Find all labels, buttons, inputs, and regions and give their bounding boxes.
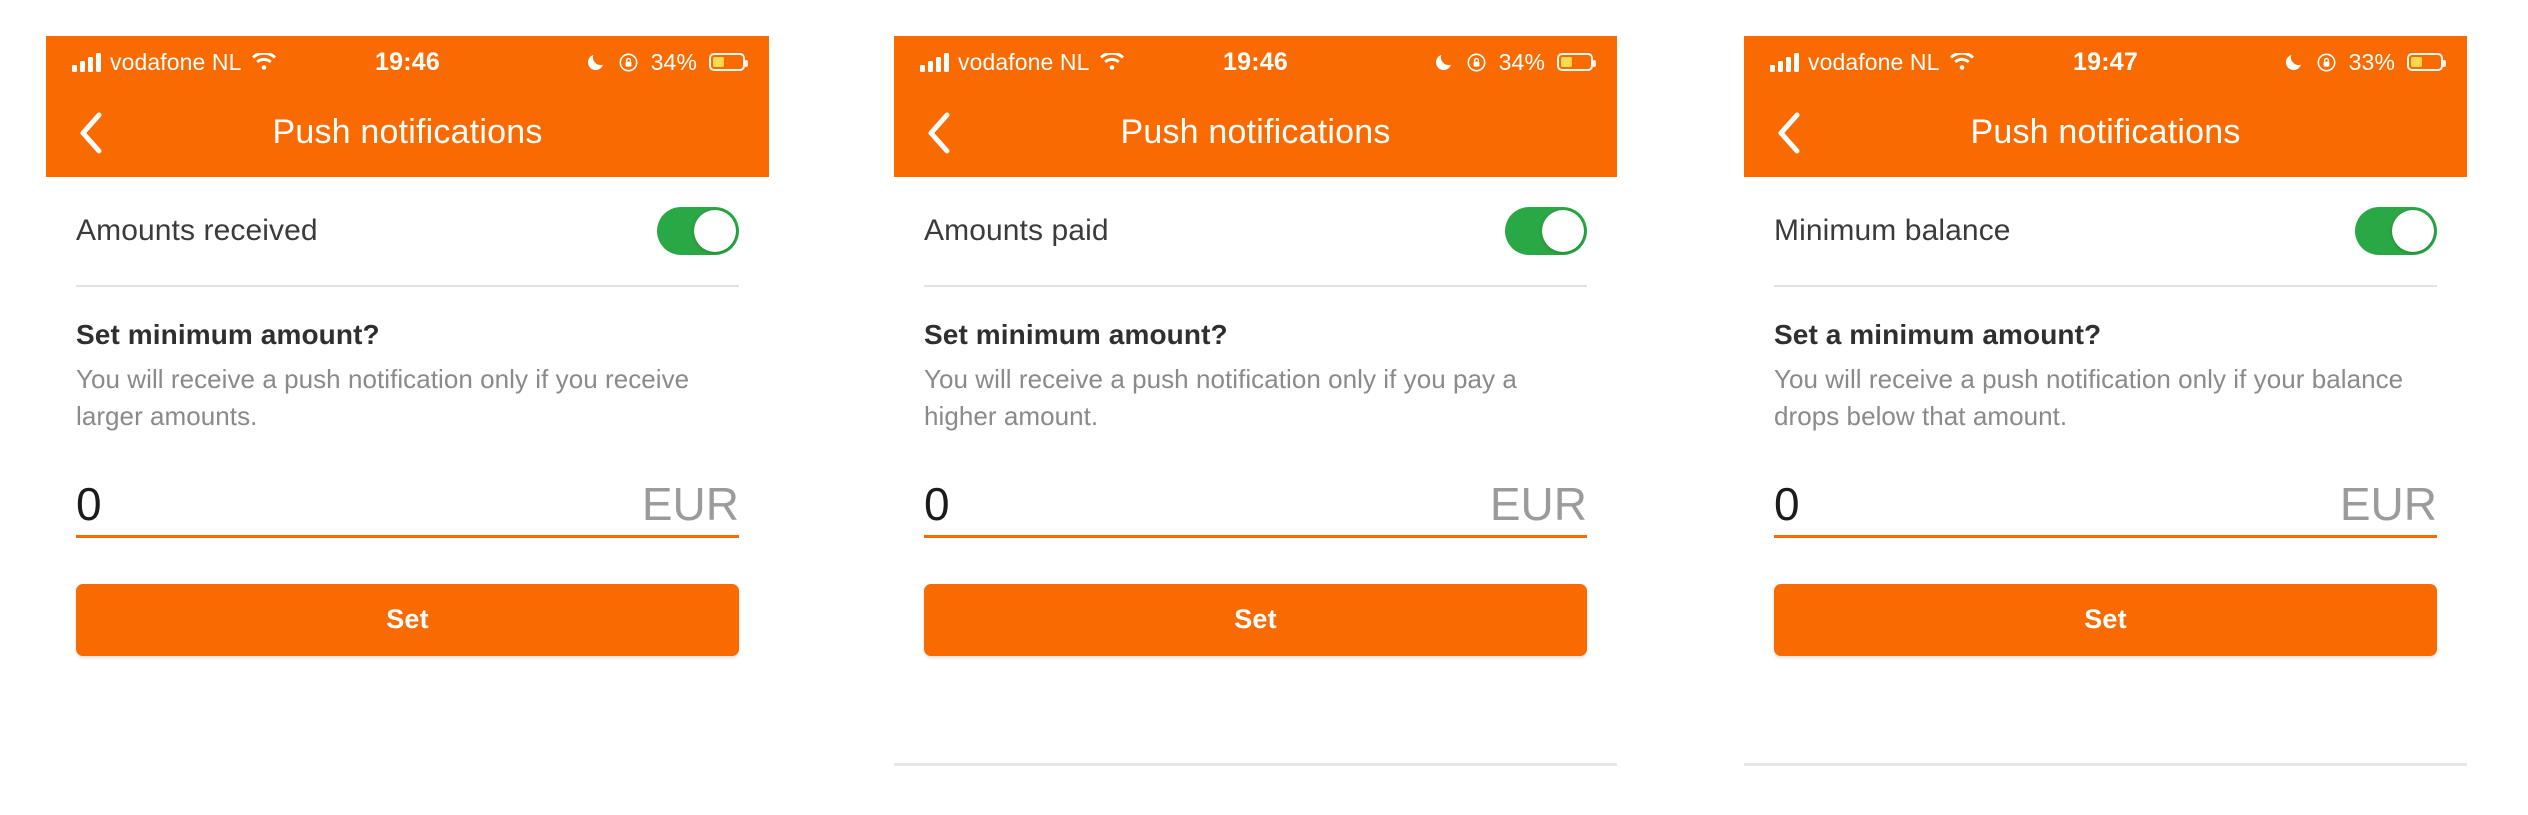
signal-bars-icon — [920, 52, 949, 72]
notification-toggle-row[interactable]: Amounts paid — [924, 177, 1587, 287]
nav-bar: Push notifications — [46, 88, 769, 177]
amount-input[interactable]: 0 — [1774, 481, 1800, 527]
notification-toggle-switch[interactable] — [2355, 207, 2437, 255]
do-not-disturb-moon-icon — [1434, 52, 1454, 72]
section-description: You will receive a push notification onl… — [1774, 364, 2404, 431]
toggle-knob — [1542, 210, 1584, 252]
wifi-icon — [1949, 52, 1975, 72]
chevron-left-icon — [928, 112, 950, 153]
status-bar: vodafone NL 19:47 33% — [1744, 36, 2467, 88]
minimum-amount-section: Set minimum amount? You will receive a p… — [76, 287, 739, 435]
section-title: Set a minimum amount? — [1774, 319, 2102, 350]
amount-input-field[interactable]: 0 EUR — [1774, 481, 2437, 538]
currency-label: EUR — [641, 477, 739, 530]
panel-bottom-divider — [894, 763, 1617, 766]
wifi-icon — [251, 52, 277, 72]
chevron-left-icon — [1778, 112, 1800, 153]
rotation-lock-icon — [1466, 52, 1487, 73]
minimum-amount-section: Set a minimum amount? You will receive a… — [1774, 287, 2437, 435]
battery-percent-label: 34% — [650, 48, 697, 75]
rotation-lock-icon — [618, 52, 639, 73]
section-description: You will receive a push notification onl… — [76, 364, 690, 431]
page-title: Push notifications — [1120, 113, 1391, 151]
back-button[interactable] — [916, 110, 962, 156]
section-title: Set minimum amount? — [924, 319, 1228, 350]
carrier-label: vodafone NL — [958, 48, 1090, 75]
back-button[interactable] — [68, 110, 114, 156]
wifi-icon — [1099, 52, 1125, 72]
do-not-disturb-moon-icon — [2284, 52, 2304, 72]
signal-bars-icon — [72, 52, 101, 72]
currency-label: EUR — [2339, 477, 2437, 530]
minimum-amount-section: Set minimum amount? You will receive a p… — [924, 287, 1587, 435]
notification-toggle-label: Minimum balance — [1774, 214, 2011, 247]
page-title: Push notifications — [272, 113, 543, 151]
battery-icon — [1557, 53, 1596, 71]
notification-toggle-switch[interactable] — [1505, 207, 1587, 255]
status-bar-left: vodafone NL — [920, 49, 1125, 76]
status-bar: vodafone NL 19:46 34% — [894, 36, 1617, 88]
app-header: vodafone NL 19:47 33% Push notifications — [1744, 36, 2467, 177]
set-button[interactable]: Set — [1774, 583, 2437, 656]
status-bar-left: vodafone NL — [1770, 49, 1975, 76]
toggle-knob — [694, 210, 736, 252]
status-bar-right: 34% — [586, 48, 748, 76]
set-button[interactable]: Set — [924, 583, 1587, 656]
battery-icon — [709, 53, 748, 71]
screenshot-board: vodafone NL 19:46 34% Push notifications… — [0, 0, 2528, 815]
section-title: Set minimum amount? — [76, 319, 380, 350]
toggle-knob — [2392, 210, 2434, 252]
notification-toggle-row[interactable]: Minimum balance — [1774, 177, 2437, 287]
phone-screen-amounts-received: vodafone NL 19:46 34% Push notifications… — [46, 36, 769, 766]
amount-input-field[interactable]: 0 EUR — [76, 481, 739, 538]
panel-bottom-divider — [1744, 763, 2467, 766]
phone-screen-minimum-balance: vodafone NL 19:47 33% Push notifications… — [1744, 36, 2467, 766]
battery-percent-label: 34% — [1498, 48, 1545, 75]
status-bar-right: 34% — [1434, 48, 1596, 76]
notification-toggle-label: Amounts received — [76, 214, 318, 247]
amount-input[interactable]: 0 — [924, 481, 950, 527]
settings-body: Amounts paid Set minimum amount? You wil… — [894, 177, 1617, 656]
notification-toggle-switch[interactable] — [657, 207, 739, 255]
chevron-left-icon — [80, 112, 102, 153]
status-bar-right: 33% — [2284, 48, 2446, 76]
carrier-label: vodafone NL — [110, 48, 242, 75]
set-button[interactable]: Set — [76, 583, 739, 656]
app-header: vodafone NL 19:46 34% Push notifications — [46, 36, 769, 177]
settings-body: Amounts received Set minimum amount? You… — [46, 177, 769, 656]
section-description: You will receive a push notification onl… — [924, 364, 1517, 431]
rotation-lock-icon — [2316, 52, 2337, 73]
carrier-label: vodafone NL — [1808, 48, 1940, 75]
page-title: Push notifications — [1970, 113, 2241, 151]
status-bar-left: vodafone NL — [72, 49, 277, 76]
nav-bar: Push notifications — [1744, 88, 2467, 177]
app-header: vodafone NL 19:46 34% Push notifications — [894, 36, 1617, 177]
notification-toggle-label: Amounts paid — [924, 214, 1109, 247]
battery-percent-label: 33% — [2348, 48, 2395, 75]
battery-icon — [2407, 53, 2446, 71]
amount-input-field[interactable]: 0 EUR — [924, 481, 1587, 538]
settings-body: Minimum balance Set a minimum amount? Yo… — [1744, 177, 2467, 656]
do-not-disturb-moon-icon — [586, 52, 606, 72]
amount-input[interactable]: 0 — [76, 481, 102, 527]
currency-label: EUR — [1489, 477, 1587, 530]
status-bar: vodafone NL 19:46 34% — [46, 36, 769, 88]
nav-bar: Push notifications — [894, 88, 1617, 177]
back-button[interactable] — [1766, 110, 1812, 156]
signal-bars-icon — [1770, 52, 1799, 72]
phone-screen-amounts-paid: vodafone NL 19:46 34% Push notifications… — [894, 36, 1617, 766]
notification-toggle-row[interactable]: Amounts received — [76, 177, 739, 287]
